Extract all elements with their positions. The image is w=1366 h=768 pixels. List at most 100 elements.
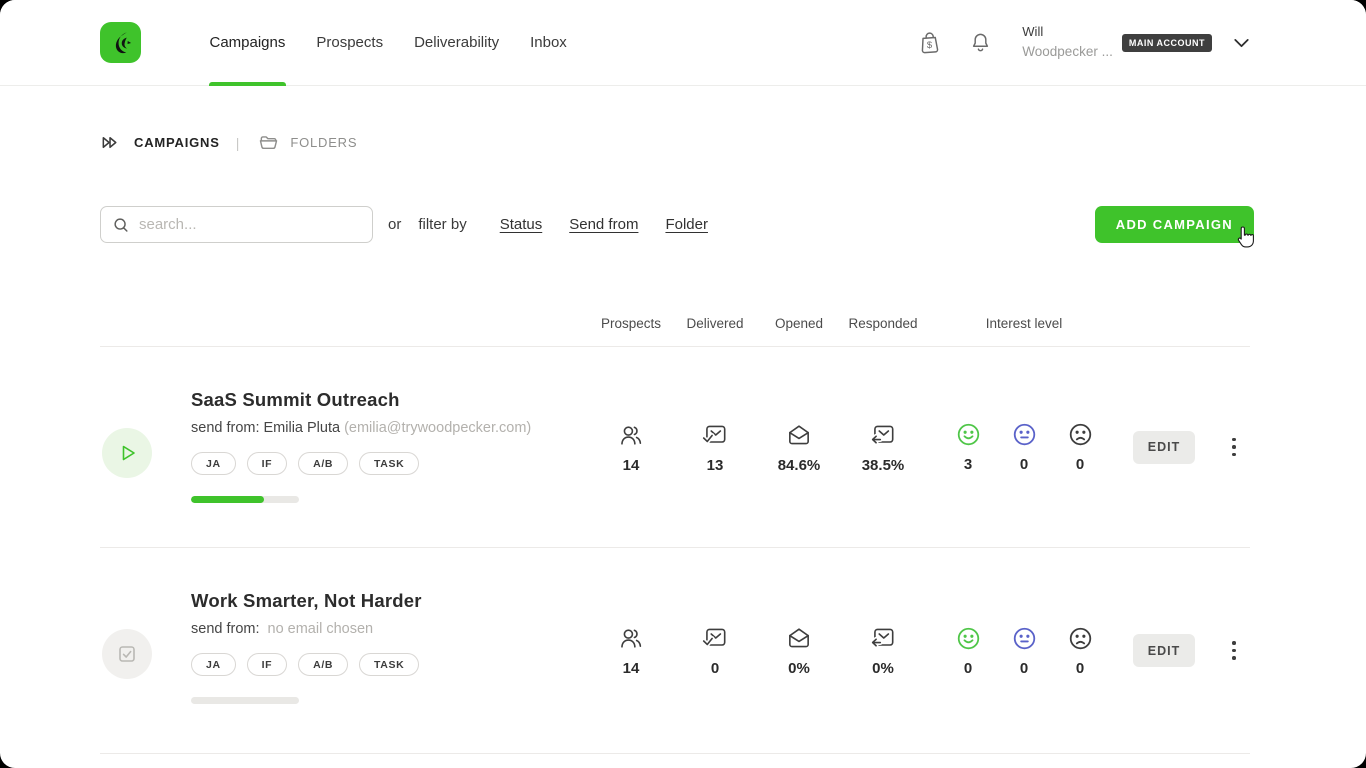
responded-value: 0% xyxy=(872,660,894,677)
search-icon xyxy=(112,216,130,234)
nav-deliverability[interactable]: Deliverability xyxy=(399,0,515,86)
stat-interested: 0 xyxy=(940,548,996,753)
breadcrumb-folders[interactable]: FOLDERS xyxy=(290,135,357,150)
campaign-progress-bar xyxy=(191,697,299,704)
stat-delivered: 0 xyxy=(673,548,757,753)
top-navigation-bar: Campaigns Prospects Deliverability Inbox… xyxy=(0,0,1366,86)
header-delivered: Delivered xyxy=(673,316,757,331)
prospects-value: 14 xyxy=(623,660,640,677)
tag-task: TASK xyxy=(359,653,419,676)
stat-prospects: 14 xyxy=(589,347,673,547)
stat-not-interested: 0 xyxy=(1052,548,1108,753)
smiley-neutral-icon xyxy=(1011,625,1038,652)
stat-not-interested: 0 xyxy=(1052,347,1108,547)
stat-delivered: 13 xyxy=(673,347,757,547)
stat-interested: 3 xyxy=(940,347,996,547)
filter-status-link[interactable]: Status xyxy=(500,216,543,233)
delivered-envelope-check-icon xyxy=(701,624,729,652)
tag-task: TASK xyxy=(359,452,419,475)
search-input[interactable] xyxy=(139,216,361,233)
smiley-sad-icon xyxy=(1067,421,1094,448)
breadcrumb-separator: | xyxy=(236,135,240,151)
campaign-draft-status[interactable] xyxy=(102,629,152,679)
stat-opened: 0% xyxy=(757,548,841,753)
stat-prospects: 14 xyxy=(589,548,673,753)
nav-campaigns[interactable]: Campaigns xyxy=(194,0,301,86)
header-prospects: Prospects xyxy=(589,316,673,331)
filter-folder-link[interactable]: Folder xyxy=(665,216,708,233)
folder-icon xyxy=(258,132,279,153)
opened-value: 0% xyxy=(788,660,810,677)
edit-button[interactable]: EDIT xyxy=(1133,634,1195,667)
table-header-row: Prospects Delivered Opened Responded Int… xyxy=(100,316,1250,347)
send-from-email: no email chosen xyxy=(268,621,374,637)
filter-send-from-link[interactable]: Send from xyxy=(569,216,638,233)
header-right-group: $ Will Woodpecker ... MAIN ACCOUNT xyxy=(916,23,1254,61)
tag-if: IF xyxy=(247,452,288,475)
draft-checkbox-icon xyxy=(115,642,139,666)
opened-value: 84.6% xyxy=(778,457,821,474)
maybe-value: 0 xyxy=(1020,456,1028,473)
stat-opened: 84.6% xyxy=(757,347,841,547)
woodpecker-logo[interactable] xyxy=(100,22,141,63)
campaigns-fastforward-icon xyxy=(100,132,121,153)
stat-maybe-later: 0 xyxy=(996,347,1052,547)
campaign-run-button[interactable] xyxy=(102,428,152,478)
prospects-value: 14 xyxy=(623,457,640,474)
interested-value: 0 xyxy=(964,660,972,677)
add-campaign-button[interactable]: ADD CAMPAIGN xyxy=(1095,206,1254,243)
svg-text:$: $ xyxy=(927,40,933,50)
tag-if: IF xyxy=(247,653,288,676)
toolbar: or filter by Status Send from Folder ADD… xyxy=(100,206,1254,243)
account-name-line2: Woodpecker ... xyxy=(1022,42,1113,62)
smiley-happy-icon xyxy=(955,421,982,448)
header-opened: Opened xyxy=(757,316,841,331)
prospects-people-icon xyxy=(617,421,645,449)
send-from-label: send from: xyxy=(191,621,260,637)
maybe-value: 0 xyxy=(1020,660,1028,677)
main-nav: Campaigns Prospects Deliverability Inbox xyxy=(194,0,582,86)
account-chevron-down-icon[interactable] xyxy=(1229,30,1254,55)
send-from-email: (emilia@trywoodpecker.com) xyxy=(344,420,531,436)
more-options-kebab-icon[interactable] xyxy=(1228,637,1240,664)
delivered-envelope-check-icon xyxy=(701,421,729,449)
account-name-line1: Will xyxy=(1022,23,1113,42)
campaign-send-from: send from:Emilia Pluta(emilia@trywoodpec… xyxy=(191,420,589,436)
search-box[interactable] xyxy=(100,206,373,243)
breadcrumb-campaigns[interactable]: CAMPAIGNS xyxy=(134,135,220,150)
campaign-actions-cell: EDIT xyxy=(1108,548,1250,753)
woodpecker-bird-icon xyxy=(107,29,134,56)
notifications-bell-icon[interactable] xyxy=(968,30,993,55)
filter-by-label: filter by xyxy=(418,216,466,233)
campaign-actions-cell: EDIT xyxy=(1108,347,1250,547)
campaign-title[interactable]: SaaS Summit Outreach xyxy=(191,389,589,411)
nav-inbox-label: Inbox xyxy=(530,34,567,51)
stat-responded: 0% xyxy=(841,548,925,753)
responded-envelope-reply-icon xyxy=(869,624,897,652)
not-interested-value: 0 xyxy=(1076,456,1084,473)
header-interest-level: Interest level xyxy=(940,316,1108,331)
campaign-title[interactable]: Work Smarter, Not Harder xyxy=(191,590,589,612)
more-options-kebab-icon[interactable] xyxy=(1228,434,1240,461)
edit-button[interactable]: EDIT xyxy=(1133,431,1195,464)
nav-prospects[interactable]: Prospects xyxy=(301,0,399,86)
tag-ja: JA xyxy=(191,653,236,676)
progress-fill xyxy=(191,496,264,503)
delivered-value: 0 xyxy=(711,660,719,677)
smiley-sad-icon xyxy=(1067,625,1094,652)
account-name[interactable]: Will Woodpecker ... xyxy=(1022,23,1113,61)
smiley-neutral-icon xyxy=(1011,421,1038,448)
app-window: Campaigns Prospects Deliverability Inbox… xyxy=(0,0,1366,768)
campaign-info-cell: Work Smarter, Not Harder send from: no em… xyxy=(100,548,589,753)
play-icon xyxy=(115,441,139,465)
delivered-value: 13 xyxy=(707,457,724,474)
stat-responded: 38.5% xyxy=(841,347,925,547)
not-interested-value: 0 xyxy=(1076,660,1084,677)
nav-deliverability-label: Deliverability xyxy=(414,34,499,51)
interested-value: 3 xyxy=(964,456,972,473)
nav-inbox[interactable]: Inbox xyxy=(515,0,583,86)
main-account-badge: MAIN ACCOUNT xyxy=(1122,34,1212,52)
tag-ab: A/B xyxy=(298,653,348,676)
campaign-row-work-smarter: Work Smarter, Not Harder send from: no em… xyxy=(100,548,1250,754)
billing-bag-icon[interactable]: $ xyxy=(916,29,943,56)
